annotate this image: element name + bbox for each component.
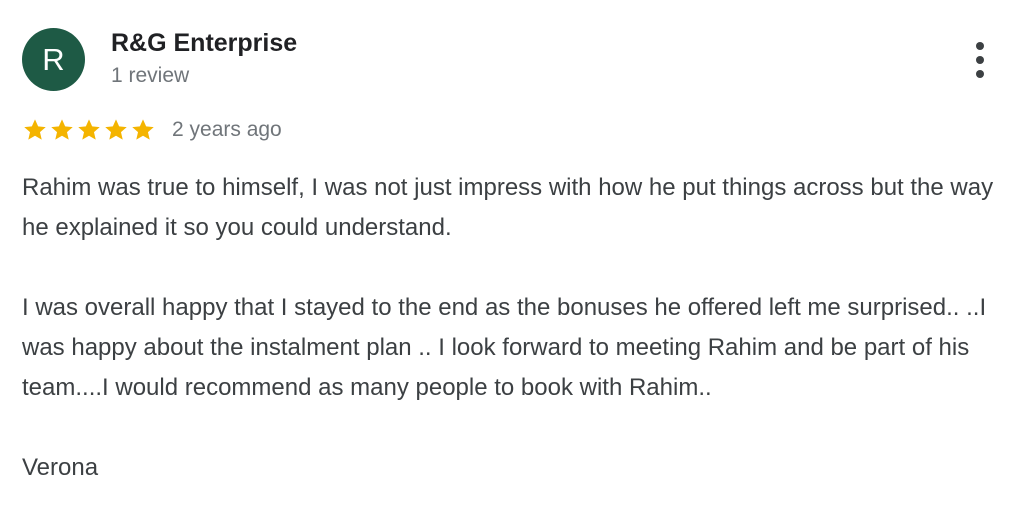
review-text: Rahim was true to himself, I was not jus…: [22, 168, 1007, 488]
star-icon: [132, 119, 154, 140]
review-signature: Verona: [22, 454, 99, 481]
avatar-initial: R: [42, 41, 65, 77]
reviewer-review-count[interactable]: 1 review: [111, 62, 189, 90]
star-rating: [22, 117, 156, 143]
star-icon: [51, 119, 73, 140]
star-icon: [105, 119, 127, 140]
star-icon: [24, 119, 46, 140]
reviewer-name[interactable]: R&G Enterprise: [111, 27, 297, 59]
more-vert-icon: [976, 42, 984, 50]
more-options-button[interactable]: [966, 40, 994, 80]
review-paragraph: Rahim was true to himself, I was not jus…: [22, 174, 994, 241]
review-time: 2 years ago: [172, 118, 282, 141]
rating-row: 2 years ago: [22, 114, 282, 146]
avatar[interactable]: R: [22, 28, 85, 91]
review-card: R R&G Enterprise 1 review 2 years ago Ra…: [0, 0, 1012, 532]
star-icon: [78, 119, 100, 140]
review-paragraph: I was overall happy that I stayed to the…: [22, 294, 987, 401]
